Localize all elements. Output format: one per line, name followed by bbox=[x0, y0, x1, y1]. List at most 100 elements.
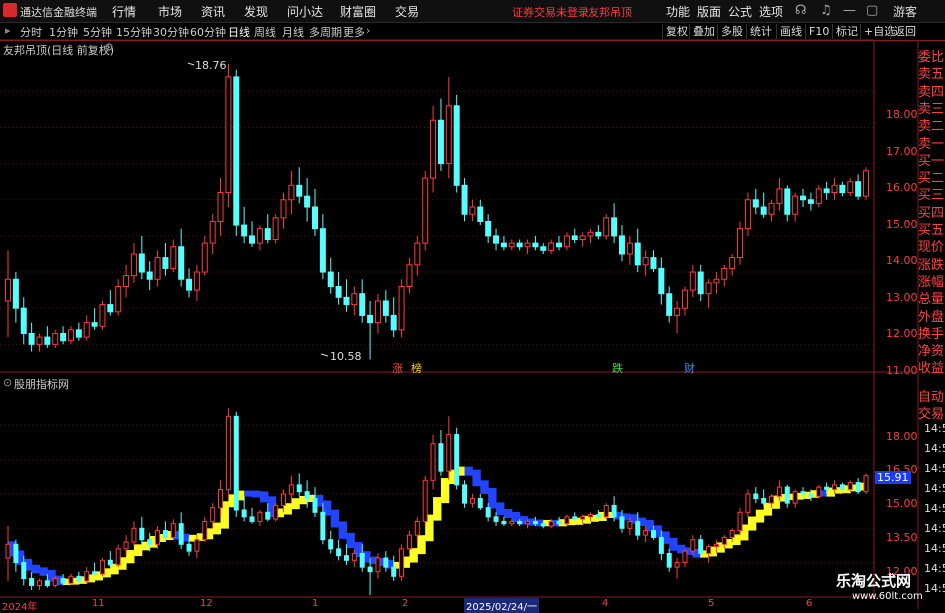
candle-body bbox=[760, 206, 767, 215]
indicator-candle-body bbox=[674, 562, 680, 568]
y-tick: 18.00 bbox=[886, 430, 918, 443]
indicator-candle-body bbox=[375, 557, 381, 573]
low-pointer bbox=[320, 353, 329, 357]
high-label: 18.76 bbox=[195, 59, 227, 72]
bell-icon[interactable]: ♫ bbox=[820, 3, 832, 18]
right-tab[interactable]: 画线 bbox=[776, 24, 805, 39]
indicator-toggle-icon[interactable]: ⊙ bbox=[3, 376, 12, 389]
indicator-candle-body bbox=[572, 516, 578, 520]
top-menu-item[interactable]: 选项 bbox=[759, 3, 783, 20]
candle-body bbox=[123, 275, 130, 287]
band-segment bbox=[826, 487, 836, 497]
candle-body bbox=[367, 314, 374, 324]
tab-period[interactable]: 60分钟 bbox=[190, 24, 226, 40]
candle-body bbox=[532, 242, 539, 248]
band-segment bbox=[637, 517, 647, 526]
band-segment bbox=[803, 491, 812, 499]
right-tab[interactable]: 标记 bbox=[832, 24, 861, 39]
indicator-candle-body bbox=[493, 516, 499, 522]
indicator-candle-body bbox=[532, 520, 538, 525]
indicator-label: 股朋指标网 bbox=[14, 378, 69, 391]
candle-body bbox=[374, 300, 381, 324]
band-segment bbox=[433, 497, 442, 521]
top-menu-item[interactable]: 功能 bbox=[666, 3, 690, 20]
tab-period-active[interactable]: 日线 bbox=[228, 24, 250, 40]
right-tab[interactable]: 叠加 bbox=[689, 24, 718, 39]
candle-body bbox=[697, 271, 704, 295]
top-menu-item[interactable]: 公式 bbox=[728, 3, 752, 20]
tab-period[interactable]: 30分钟 bbox=[153, 24, 189, 40]
date-label: 2 bbox=[402, 598, 409, 609]
candle-body bbox=[382, 300, 389, 316]
settings-icon[interactable]: ⚙ bbox=[104, 41, 114, 54]
tab-period[interactable]: 多周期 bbox=[309, 24, 342, 40]
indicator-candle-body bbox=[619, 516, 625, 529]
indicator-candle-body bbox=[580, 516, 586, 520]
tab-period[interactable]: 5分钟 bbox=[83, 24, 112, 40]
candle-body bbox=[839, 184, 846, 194]
right-tab[interactable]: 返回 bbox=[890, 24, 919, 39]
event-marker[interactable]: 榜 bbox=[411, 360, 422, 376]
candle-body bbox=[713, 278, 720, 284]
event-marker[interactable]: 涨 bbox=[392, 360, 403, 376]
right-tab[interactable]: 统计 bbox=[746, 24, 775, 39]
candle-body bbox=[319, 228, 326, 273]
trade-time: 14:56 bbox=[924, 482, 945, 495]
right-tab[interactable]: 多股 bbox=[717, 24, 746, 39]
tab-period[interactable]: 月线 bbox=[282, 24, 304, 40]
band-segment bbox=[724, 539, 733, 549]
high-pointer bbox=[187, 62, 195, 66]
trade-time: 14:56 bbox=[924, 462, 945, 475]
window-icon[interactable]: ▢ bbox=[866, 3, 878, 18]
top-menu-item[interactable]: 版面 bbox=[697, 3, 721, 20]
menu-item[interactable]: 市场 bbox=[158, 3, 182, 20]
band-segment bbox=[118, 557, 127, 570]
tab-more[interactable]: 更多 bbox=[343, 24, 365, 40]
band-segment bbox=[86, 574, 96, 583]
candle-body bbox=[67, 329, 74, 342]
candle-body bbox=[618, 235, 625, 255]
tab-toggle-icon[interactable]: ▸ bbox=[5, 24, 11, 37]
band-segment bbox=[677, 544, 686, 554]
band-segment bbox=[716, 542, 725, 553]
login-warning[interactable]: 证券交易未登录 bbox=[512, 4, 589, 20]
user-button[interactable]: 游客 bbox=[893, 3, 917, 20]
menu-item[interactable]: 财富圈 bbox=[340, 3, 376, 20]
candle-body bbox=[343, 296, 350, 306]
indicator-candle-body bbox=[414, 520, 420, 536]
right-tab[interactable]: 复权 bbox=[662, 24, 691, 39]
tab-period[interactable]: 1分钟 bbox=[49, 24, 78, 40]
event-marker[interactable]: 财 bbox=[684, 360, 695, 376]
band-segment bbox=[850, 484, 859, 492]
candle-body bbox=[154, 257, 161, 280]
quote-field-label: 委比 bbox=[918, 50, 945, 65]
app-logo-icon bbox=[3, 3, 17, 17]
tab-period[interactable]: 周线 bbox=[254, 24, 276, 40]
quote-field-label: 卖二 bbox=[918, 119, 945, 135]
band-segment bbox=[354, 542, 363, 558]
band-segment bbox=[456, 466, 466, 476]
menu-item[interactable]: 交易 bbox=[395, 3, 419, 20]
minimize-icon[interactable]: — bbox=[843, 3, 856, 18]
date-label: 4 bbox=[602, 598, 609, 609]
band-segment bbox=[283, 503, 292, 515]
menu-item[interactable]: 行情 bbox=[112, 3, 136, 20]
menu-item[interactable]: 资讯 bbox=[201, 3, 225, 20]
headset-icon[interactable]: ☊ bbox=[795, 3, 807, 18]
band-segment bbox=[425, 514, 434, 542]
band-segment bbox=[189, 534, 198, 542]
tab-period[interactable]: 15分钟 bbox=[116, 24, 152, 40]
menu-item[interactable]: 发现 bbox=[244, 3, 268, 20]
indicator-candle-body bbox=[611, 504, 617, 518]
menu-item[interactable]: 问小达 bbox=[287, 3, 323, 20]
quote-field-label: 买一 bbox=[918, 153, 945, 169]
candle-body bbox=[249, 235, 256, 244]
chevron-right-icon[interactable]: › bbox=[366, 24, 370, 37]
tab-period[interactable]: 分时 bbox=[20, 24, 42, 40]
candle-body bbox=[595, 231, 602, 237]
quote-field-label: 买四 bbox=[918, 205, 945, 221]
event-marker[interactable]: 跌 bbox=[612, 360, 623, 376]
band-segment bbox=[102, 568, 111, 578]
right-tab[interactable]: F10 bbox=[805, 24, 832, 39]
candle-body bbox=[75, 329, 82, 338]
